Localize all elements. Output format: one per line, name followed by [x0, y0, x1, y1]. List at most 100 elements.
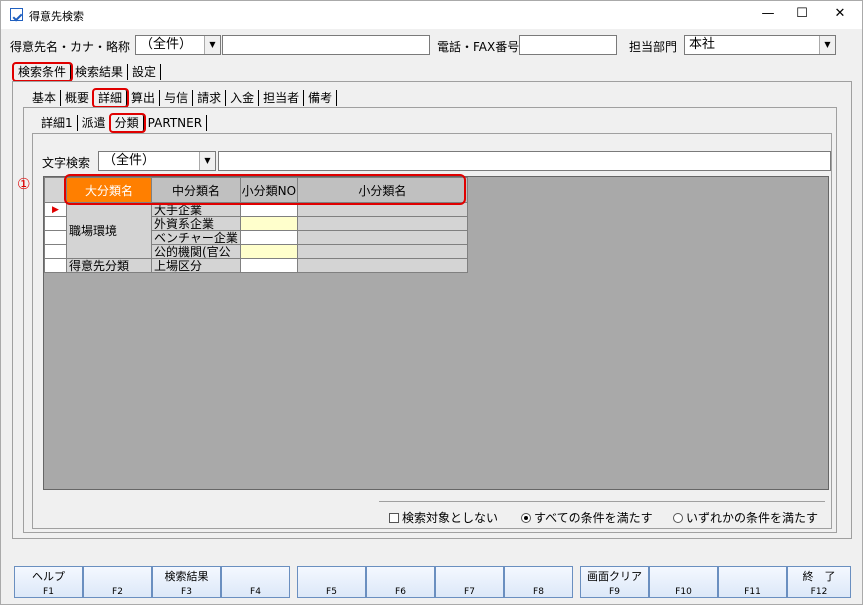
mid-category-cell: 公的機関(官公 [151, 244, 241, 259]
fkey-number: F11 [744, 587, 761, 597]
match-any-label: いずれかの条件を満たす [686, 511, 819, 525]
customer-name-input[interactable] [222, 35, 430, 55]
tab-search-results[interactable]: 検索結果 [71, 64, 129, 80]
exclude-label: 検索対象としない [402, 511, 499, 525]
fkey-number: F6 [395, 587, 406, 597]
tab-staff[interactable]: 担当者 [259, 90, 305, 106]
dept-select[interactable]: 本社 ▼ [684, 35, 836, 55]
tab-calculation[interactable]: 算出 [127, 90, 161, 106]
f5-button[interactable]: F5 [297, 566, 366, 598]
mid-category-cell: 外資系企業 [151, 216, 241, 231]
minimize-button[interactable]: — [753, 5, 783, 23]
text-search-input[interactable] [218, 151, 831, 171]
radio-icon [673, 513, 683, 523]
table-row[interactable]: 得意先分類 上場区分 [44, 258, 468, 273]
fkey-number: F10 [675, 587, 692, 597]
minor-no-cell[interactable] [239, 258, 298, 273]
minor-no-cell[interactable] [239, 244, 298, 259]
f1-help-button[interactable]: ヘルプ F1 [14, 566, 83, 598]
minor-no-cell[interactable] [239, 202, 298, 217]
phone-label: 電話・FAX番号 [437, 40, 520, 54]
sub-tabs: 基本 概要 詳細 算出 与信 請求 入金 担当者 備考 [28, 88, 338, 108]
fkey-number: F12 [810, 587, 828, 597]
window-title: 得意先検索 [29, 10, 84, 23]
main-tabs: 検索条件 検索結果 設定 [11, 62, 162, 82]
app-window: 得意先検索 — ☐ ✕ 得意先名・カナ・略称 （全件） ▼ 電話・FAX番号 担… [0, 0, 863, 605]
name-filter-value: （全件） [140, 37, 193, 52]
tab-credit[interactable]: 与信 [160, 90, 194, 106]
search-options: 検索対象としない すべての条件を満たす いずれかの条件を満たす [379, 501, 825, 526]
tab-detail-1[interactable]: 詳細1 [37, 115, 78, 131]
row-selector[interactable] [44, 216, 67, 231]
f9-clear-screen-button[interactable]: 画面クリア F9 [580, 566, 649, 598]
match-all-radio[interactable]: すべての条件を満たす [521, 509, 653, 526]
f11-button[interactable]: F11 [718, 566, 787, 598]
major-category-cell: 得意先分類 [66, 258, 152, 273]
name-filter-select[interactable]: （全件） ▼ [135, 35, 221, 55]
tab-notes[interactable]: 備考 [304, 90, 338, 106]
minor-no-cell[interactable] [239, 216, 298, 231]
text-search-label: 文字検索 [42, 156, 91, 170]
tab-payment[interactable]: 入金 [226, 90, 260, 106]
minor-no-cell[interactable] [239, 230, 298, 245]
customer-name-label: 得意先名・カナ・略称 [10, 40, 131, 54]
dept-label: 担当部門 [629, 40, 678, 54]
chevron-down-icon[interactable]: ▼ [204, 36, 220, 54]
minor-name-cell [296, 216, 468, 231]
fkey-number: F4 [250, 587, 261, 597]
row-selector[interactable] [44, 230, 67, 245]
tab-basic[interactable]: 基本 [28, 90, 62, 106]
tab-settings[interactable]: 設定 [128, 64, 162, 80]
fkey-number: F7 [464, 587, 475, 597]
row-selector[interactable] [44, 244, 67, 259]
tab-billing[interactable]: 請求 [193, 90, 227, 106]
phone-input[interactable] [519, 35, 617, 55]
row-selector[interactable] [44, 258, 67, 273]
classification-grid[interactable]: 大分類名 中分類名 小分類NO 小分類名 ▶ 職場環境 大手企業 外資系企業 ベ [43, 174, 829, 490]
f6-button[interactable]: F6 [366, 566, 435, 598]
tab-overview[interactable]: 概要 [61, 90, 95, 106]
title-bar: 得意先検索 — ☐ ✕ [1, 1, 862, 29]
fkey-label: 検索結果 [164, 570, 209, 583]
mid-category-cell: 大手企業 [151, 202, 241, 217]
f12-exit-button[interactable]: 終 了 F12 [787, 566, 851, 598]
mid-category-cell: ベンチャー企業 [151, 230, 241, 245]
match-any-radio[interactable]: いずれかの条件を満たす [673, 509, 818, 526]
f2-button[interactable]: F2 [83, 566, 152, 598]
tab-classification[interactable]: 分類 [108, 113, 146, 133]
fkey-label: 画面クリア [587, 570, 642, 583]
f4-button[interactable]: F4 [221, 566, 290, 598]
exclude-checkbox[interactable]: 検索対象としない [389, 509, 498, 526]
fkey-number: F1 [43, 587, 54, 597]
minor-name-cell [296, 244, 468, 259]
dept-value: 本社 [689, 37, 716, 52]
fkey-number: F9 [609, 587, 620, 597]
f8-button[interactable]: F8 [504, 566, 573, 598]
tab-search-conditions[interactable]: 検索条件 [11, 62, 74, 82]
fkey-number: F8 [533, 587, 544, 597]
chevron-down-icon[interactable]: ▼ [819, 36, 835, 54]
fkey-label: ヘルプ [32, 570, 65, 583]
fkey-number: F5 [326, 587, 337, 597]
close-button[interactable]: ✕ [825, 5, 855, 23]
maximize-button[interactable]: ☐ [787, 5, 817, 23]
detail-tabs: 詳細1 派遣 分類 PARTNER [37, 113, 208, 133]
tab-detail[interactable]: 詳細 [92, 88, 130, 108]
minor-name-cell [296, 202, 468, 217]
f3-search-results-button[interactable]: 検索結果 F3 [152, 566, 221, 598]
text-search-filter-value: （全件） [103, 153, 156, 168]
f7-button[interactable]: F7 [435, 566, 504, 598]
major-category-cell: 職場環境 [66, 202, 152, 259]
text-search-filter-select[interactable]: （全件） ▼ [98, 151, 216, 171]
table-row[interactable]: ▶ 職場環境 大手企業 [44, 202, 468, 259]
tab-partner[interactable]: PARTNER [144, 115, 208, 131]
minor-name-cell [296, 258, 468, 273]
current-row-indicator-icon: ▶ [44, 202, 67, 217]
header-highlight [64, 174, 466, 205]
fkey-number: F3 [181, 587, 192, 597]
f10-button[interactable]: F10 [649, 566, 718, 598]
tab-dispatch[interactable]: 派遣 [78, 115, 111, 131]
chevron-down-icon[interactable]: ▼ [199, 152, 215, 170]
radio-checked-icon [521, 513, 531, 523]
app-icon [10, 8, 23, 21]
